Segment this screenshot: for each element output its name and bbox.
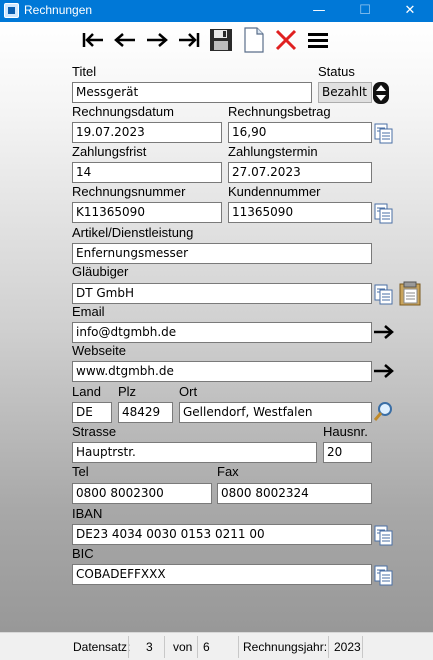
last-record-icon — [179, 33, 200, 47]
ort-label: Ort — [179, 384, 198, 399]
webseite-label: Webseite — [72, 343, 126, 358]
bic-label: BIC — [72, 546, 94, 561]
artikel-label: Artikel/Dienstleistung — [72, 225, 194, 240]
email-label: Email — [72, 304, 105, 319]
email-field[interactable]: info@dtgmbh.de — [72, 322, 372, 343]
fax-field[interactable]: 0800 8002324 — [217, 483, 372, 504]
zahlungsfrist-field[interactable]: 14 — [72, 162, 222, 183]
iban-label: IBAN — [72, 506, 103, 521]
iban-field[interactable]: DE23 4034 0030 0153 0211 00 — [72, 524, 372, 545]
search-icon[interactable] — [372, 400, 394, 422]
zahlungstermin-label: Zahlungstermin — [228, 144, 318, 159]
app-icon — [4, 3, 19, 18]
red-x-icon — [275, 29, 297, 51]
titel-field[interactable]: Messgerät — [72, 82, 312, 103]
glaeubiger-label: Gläubiger — [72, 264, 129, 279]
next-record-button[interactable] — [144, 27, 170, 53]
new-document-icon — [244, 27, 264, 53]
maximize-button[interactable]: ☐ — [342, 0, 388, 22]
hamburger-icon — [308, 33, 328, 48]
plz-label: Plz — [118, 384, 137, 399]
window-title: Rechnungen — [24, 3, 93, 17]
rechnungsnummer-label: Rechnungsnummer — [72, 184, 186, 199]
delete-button[interactable] — [273, 27, 299, 53]
copy-icon[interactable] — [372, 564, 394, 586]
title-bar: Rechnungen — ☐ ✕ — [0, 0, 433, 22]
previous-record-button[interactable] — [112, 27, 138, 53]
divider — [328, 636, 329, 658]
save-button[interactable] — [208, 27, 234, 53]
rechnungsdatum-field[interactable]: 19.07.2023 — [72, 122, 222, 143]
copy-icon[interactable] — [372, 283, 394, 305]
rechnungsjahr-value: 2023 — [334, 640, 361, 654]
glaeubiger-field[interactable]: DT GmbH — [72, 283, 372, 304]
divider — [197, 636, 198, 658]
artikel-field[interactable]: Enfernungsmesser — [72, 243, 372, 264]
arrow-right-icon — [147, 33, 168, 47]
minimize-button[interactable]: — — [296, 0, 342, 22]
land-label: Land — [72, 384, 101, 399]
kundennummer-label: Kundennummer — [228, 184, 321, 199]
zahlungstermin-field[interactable]: 27.07.2023 — [228, 162, 372, 183]
copy-icon[interactable] — [372, 524, 394, 546]
first-record-icon — [82, 33, 103, 47]
status-bar: Datensatz: 3 von 6 Rechnungsjahr: 2023 — [0, 632, 433, 660]
land-field[interactable]: DE — [72, 402, 112, 423]
rechnungsjahr-label: Rechnungsjahr: — [243, 640, 328, 654]
current-record: 3 — [146, 640, 153, 654]
close-window-button[interactable]: ✕ — [387, 0, 433, 22]
clipboard-icon[interactable] — [398, 280, 422, 306]
floppy-disk-icon — [210, 29, 232, 51]
divider — [164, 636, 165, 658]
divider — [238, 636, 239, 658]
strasse-label: Strasse — [72, 424, 117, 439]
copy-icon[interactable] — [372, 202, 394, 224]
tel-field[interactable]: 0800 8002300 — [72, 483, 212, 504]
hausnr-label: Hausnr. — [323, 424, 368, 439]
rechnungsbetrag-field[interactable]: 16,90 — [228, 122, 372, 143]
ort-field[interactable]: Gellendorf, Westfalen — [179, 402, 372, 423]
rechnungsbetrag-label: Rechnungsbetrag — [228, 104, 331, 119]
kundennummer-field[interactable]: 11365090 — [228, 202, 372, 223]
first-record-button[interactable] — [80, 27, 106, 53]
status-label: Status — [318, 64, 355, 79]
divider — [128, 636, 129, 658]
fax-label: Fax — [217, 464, 239, 479]
copy-icon[interactable] — [372, 122, 394, 144]
plz-field[interactable]: 48429 — [118, 402, 173, 423]
tel-label: Tel — [72, 464, 89, 479]
divider — [362, 636, 363, 658]
arrow-left-icon — [114, 33, 135, 47]
new-document-button[interactable] — [241, 27, 267, 53]
last-record-button[interactable] — [176, 27, 202, 53]
strasse-field[interactable]: Hauptrstr. — [72, 442, 317, 463]
menu-button[interactable] — [305, 27, 331, 53]
von-label: von — [173, 640, 193, 654]
status-field[interactable]: Bezahlt — [318, 82, 372, 103]
datensatz-label: Datensatz: — [73, 640, 131, 654]
arrow-right-icon[interactable] — [372, 360, 394, 382]
bic-field[interactable]: COBADEFFXXX — [72, 564, 372, 585]
hausnr-field[interactable]: 20 — [323, 442, 372, 463]
rechnungsnummer-field[interactable]: K11365090 — [72, 202, 222, 223]
rechnungsdatum-label: Rechnungsdatum — [72, 104, 174, 119]
total-records: 6 — [203, 640, 210, 654]
zahlungsfrist-label: Zahlungsfrist — [72, 144, 147, 159]
webseite-field[interactable]: www.dtgmbh.de — [72, 361, 372, 382]
arrow-right-icon[interactable] — [372, 321, 394, 343]
status-toggle-icon[interactable] — [372, 81, 390, 105]
titel-label: Titel — [72, 64, 97, 79]
